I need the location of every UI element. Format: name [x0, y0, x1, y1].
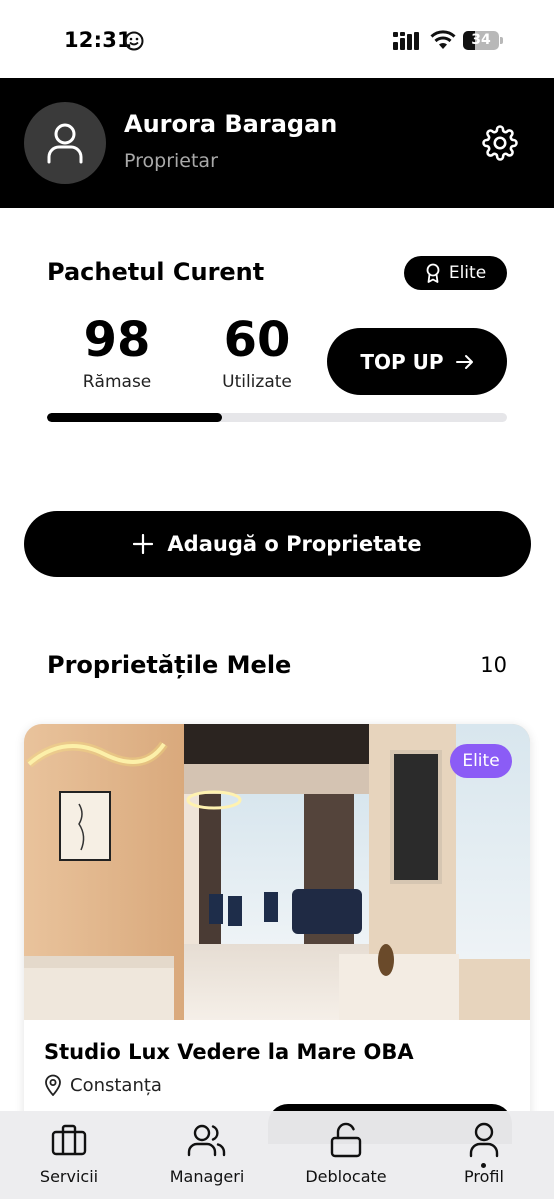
nav-item-manageri[interactable]: Manageri: [152, 1111, 262, 1199]
properties-title: Proprietățile Mele: [47, 651, 292, 679]
nav-item-deblocate[interactable]: Deblocate: [291, 1111, 401, 1199]
add-property-button[interactable]: Adaugă o Proprietate: [24, 511, 531, 577]
gear-icon: [482, 125, 518, 161]
wifi-icon: [430, 30, 456, 49]
property-location-label: Constanța: [70, 1074, 162, 1096]
bottom-navigation: Servicii Manageri Deblocate Profil: [0, 1111, 554, 1199]
user-icon: [469, 1122, 499, 1158]
add-property-label: Adaugă o Proprietate: [167, 532, 422, 556]
properties-count: 10: [480, 653, 507, 677]
tier-label: Elite: [448, 263, 487, 283]
battery-level: 34: [471, 32, 491, 48]
nav-item-profil[interactable]: Profil: [429, 1111, 539, 1199]
settings-button[interactable]: [480, 123, 520, 163]
arrow-right-icon: [455, 354, 473, 369]
remaining-value: 98: [83, 312, 151, 368]
property-name: Studio Lux Vedere la Mare OBA: [44, 1040, 414, 1064]
nav-label-servicii: Servicii: [39, 1167, 99, 1186]
avatar[interactable]: [24, 102, 106, 184]
active-tab-indicator: [481, 1163, 486, 1168]
plus-icon: [133, 534, 154, 554]
used-value: 60: [223, 312, 291, 368]
briefcase-icon: [51, 1124, 87, 1156]
remaining-stat: 98 Rămase: [62, 312, 172, 392]
signal-icon: [393, 32, 419, 50]
top-up-button[interactable]: TOP UP: [327, 328, 507, 395]
smiley-icon: [124, 31, 144, 51]
top-up-label: TOP UP: [360, 349, 444, 374]
nav-label-profil: Profil: [464, 1167, 504, 1186]
usage-progress-fill: [47, 413, 222, 422]
nav-label-deblocate: Deblocate: [305, 1167, 387, 1186]
used-label: Utilizate: [222, 372, 292, 392]
users-icon: [187, 1124, 226, 1157]
nav-label-manageri: Manageri: [169, 1167, 245, 1186]
tier-badge: Elite: [404, 256, 507, 290]
nav-item-servicii[interactable]: Servicii: [14, 1111, 124, 1199]
status-time: 12:31: [64, 28, 132, 52]
map-pin-icon: [45, 1074, 61, 1096]
award-icon: [426, 263, 440, 283]
battery-icon: 34: [463, 31, 499, 50]
usage-progress-bar: [47, 413, 507, 422]
package-title: Pachetul Curent: [47, 258, 265, 286]
profile-header: Aurora Baragan Proprietar: [0, 78, 554, 208]
property-location: Constanța: [44, 1074, 162, 1096]
unlock-icon: [330, 1122, 362, 1158]
status-bar: 12:31 34: [0, 0, 554, 78]
property-elite-badge: Elite: [450, 744, 512, 778]
remaining-label: Rămase: [82, 372, 152, 392]
used-stat: 60 Utilizate: [202, 312, 312, 392]
user-avatar-icon: [47, 123, 83, 164]
user-role: Proprietar: [124, 150, 218, 172]
property-card[interactable]: Elite Studio Lux Vedere la Mare OBA Cons…: [24, 724, 530, 1144]
user-name: Aurora Baragan: [124, 110, 338, 138]
